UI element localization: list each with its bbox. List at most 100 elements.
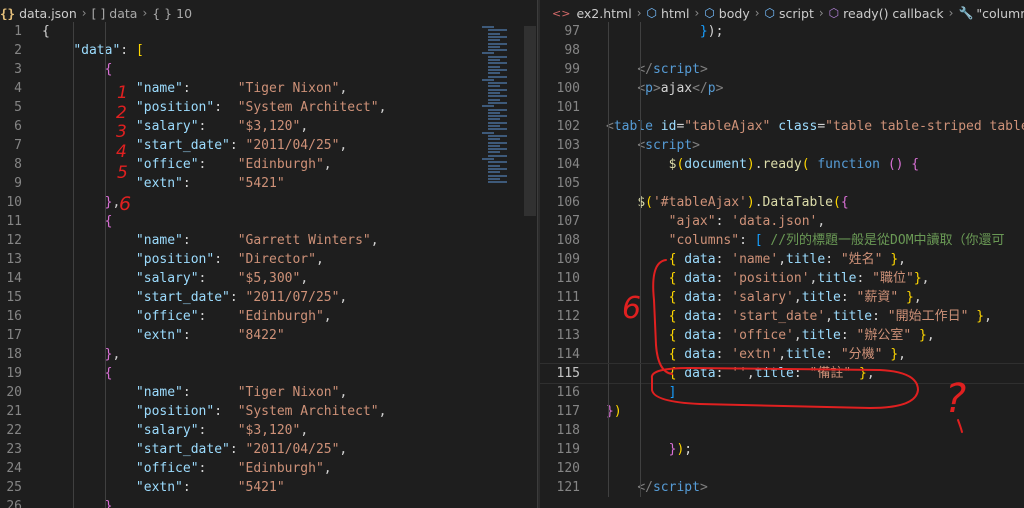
code-line[interactable]: 106 $('#tableAjax').DataTable({ xyxy=(540,193,1024,212)
code-text[interactable]: "start_date": "2011/04/25", xyxy=(42,440,347,459)
code-line[interactable]: 14 "salary": "$5,300", xyxy=(0,269,537,288)
code-text[interactable]: "name": "Tiger Nixon", xyxy=(42,383,347,402)
code-text[interactable]: "data": [ xyxy=(42,41,143,60)
code-line[interactable]: 16 "office": "Edinburgh", xyxy=(0,307,537,326)
code-text[interactable]: "name": "Garrett Winters", xyxy=(42,231,379,250)
code-text[interactable]: { data: 'office',title: "辦公室" }, xyxy=(606,326,935,345)
code-line[interactable]: 5 "position": "System Architect", xyxy=(0,98,537,117)
code-line[interactable]: 15 "start_date": "2011/07/25", xyxy=(0,288,537,307)
code-line[interactable]: 11 { xyxy=(0,212,537,231)
code-line[interactable]: 22 "salary": "$3,120", xyxy=(0,421,537,440)
code-text[interactable]: "salary": "$3,120", xyxy=(42,421,308,440)
code-text[interactable]: { data: 'position',title: "職位"}, xyxy=(606,269,930,288)
code-line[interactable]: 107 "ajax": 'data.json', xyxy=(540,212,1024,231)
code-text[interactable]: "extn": "5421" xyxy=(42,478,285,497)
code-line[interactable]: 108 "columns": [ //列的標題一般是從DOM中讀取（你還可 xyxy=(540,231,1024,250)
code-line[interactable]: 104 $(document).ready( function () { xyxy=(540,155,1024,174)
html-editor-pane[interactable]: <> ex2.html › ⬡ html › ⬡ body › ⬡ script… xyxy=(540,0,1024,508)
code-text[interactable]: "salary": "$5,300", xyxy=(42,269,308,288)
code-text[interactable]: { data: 'salary',title: "薪資" }, xyxy=(606,288,922,307)
breadcrumb-item[interactable]: body xyxy=(719,6,750,21)
code-line[interactable]: 20 "name": "Tiger Nixon", xyxy=(0,383,537,402)
code-text[interactable]: "position": "Director", xyxy=(42,250,324,269)
code-line[interactable]: 7 "start_date": "2011/04/25", xyxy=(0,136,537,155)
code-text[interactable]: <p>ajax</p> xyxy=(606,79,723,98)
code-text[interactable]: "position": "System Architect", xyxy=(42,98,386,117)
code-text[interactable]: { xyxy=(42,22,50,41)
minimap[interactable] xyxy=(478,26,518,196)
code-line[interactable]: 110 { data: 'position',title: "職位"}, xyxy=(540,269,1024,288)
breadcrumb-item[interactable]: ready() callback xyxy=(843,6,943,21)
breadcrumb-file[interactable]: data.json xyxy=(19,6,77,21)
code-line[interactable]: 109 { data: 'name',title: "姓名" }, xyxy=(540,250,1024,269)
code-line[interactable]: 121 </script> xyxy=(540,478,1024,497)
code-text[interactable]: "extn": "5421" xyxy=(42,174,285,193)
code-text[interactable]: $(document).ready( function () { xyxy=(606,155,920,174)
code-line[interactable]: 18 }, xyxy=(0,345,537,364)
code-line[interactable]: 117}) xyxy=(540,402,1024,421)
code-line[interactable]: 24 "office": "Edinburgh", xyxy=(0,459,537,478)
code-line[interactable]: 9 "extn": "5421" xyxy=(0,174,537,193)
code-line[interactable]: 4 "name": "Tiger Nixon", xyxy=(0,79,537,98)
code-text[interactable]: }, xyxy=(42,193,121,212)
code-text[interactable]: "office": "Edinburgh", xyxy=(42,459,332,478)
code-text[interactable]: } xyxy=(42,497,113,508)
code-text[interactable]: "position": "System Architect", xyxy=(42,402,386,421)
code-line[interactable]: 115 { data: '',title: "備註" }, xyxy=(540,363,1024,384)
code-line[interactable]: 102 <table id="tableAjax" class="table ta… xyxy=(540,117,1024,136)
code-line[interactable]: 3 { xyxy=(0,60,537,79)
code-line[interactable]: 6 "salary": "$3,120", xyxy=(0,117,537,136)
code-line[interactable]: 111 { data: 'salary',title: "薪資" }, xyxy=(540,288,1024,307)
breadcrumb-item[interactable]: html xyxy=(661,6,689,21)
code-line[interactable]: 12 "name": "Garrett Winters", xyxy=(0,231,537,250)
code-line[interactable]: 120 xyxy=(540,459,1024,478)
code-line[interactable]: 114 { data: 'extn',title: "分機" }, xyxy=(540,345,1024,364)
code-text[interactable]: ] xyxy=(606,383,677,402)
code-text[interactable]: $('#tableAjax').DataTable({ xyxy=(606,193,848,212)
code-text[interactable]: "start_date": "2011/07/25", xyxy=(42,288,347,307)
code-text[interactable]: "ajax": 'data.json', xyxy=(606,212,826,231)
html-code-area[interactable]: 97 }); 98 99 </script> 100 <p>ajax</p> 101 10… xyxy=(540,22,1024,497)
code-text[interactable]: </script> xyxy=(606,478,707,497)
code-text[interactable]: <script> xyxy=(606,136,700,155)
breadcrumb-item[interactable]: "column xyxy=(976,6,1024,21)
code-text[interactable]: }, xyxy=(42,345,121,364)
code-line[interactable]: 101 xyxy=(540,98,1024,117)
code-line[interactable]: 2 "data": [ xyxy=(0,41,537,60)
code-line[interactable]: 98 xyxy=(540,41,1024,60)
scrollbar-thumb[interactable] xyxy=(524,26,536,216)
code-line[interactable]: 1{ xyxy=(0,22,537,41)
code-text[interactable]: "columns": [ //列的標題一般是從DOM中讀取（你還可 xyxy=(606,231,1005,250)
code-line[interactable]: 100 <p>ajax</p> xyxy=(540,79,1024,98)
json-code-area[interactable]: 1{2 "data": [3 {4 "name": "Tiger Nixon",… xyxy=(0,22,537,508)
code-line[interactable]: 99 </script> xyxy=(540,60,1024,79)
code-line[interactable]: 26 } xyxy=(0,497,537,508)
code-text[interactable]: "start_date": "2011/04/25", xyxy=(42,136,347,155)
code-line[interactable]: 119 }); xyxy=(540,440,1024,459)
code-text[interactable]: { data: '',title: "備註" }, xyxy=(606,364,875,383)
code-text[interactable]: "office": "Edinburgh", xyxy=(42,307,332,326)
breadcrumb-item[interactable]: script xyxy=(779,6,814,21)
code-line[interactable]: 10 }, xyxy=(0,193,537,212)
code-line[interactable]: 21 "position": "System Architect", xyxy=(0,402,537,421)
json-editor-pane[interactable]: {} data.json › [ ] data › { } 10 1{2 "da… xyxy=(0,0,537,508)
code-line[interactable]: 8 "office": "Edinburgh", xyxy=(0,155,537,174)
code-line[interactable]: 118 xyxy=(540,421,1024,440)
code-text[interactable]: { xyxy=(42,364,113,383)
code-line[interactable]: 103 <script> xyxy=(540,136,1024,155)
code-text[interactable]: "salary": "$3,120", xyxy=(42,117,308,136)
breadcrumb-file[interactable]: ex2.html xyxy=(576,6,631,21)
code-text[interactable]: { xyxy=(42,60,113,79)
code-text[interactable]: </script> xyxy=(606,60,707,79)
code-text[interactable]: { data: 'extn',title: "分機" }, xyxy=(606,345,906,364)
code-line[interactable]: 97 }); xyxy=(540,22,1024,41)
code-text[interactable]: "name": "Tiger Nixon", xyxy=(42,79,347,98)
code-text[interactable]: }); xyxy=(606,440,692,459)
code-text[interactable]: { data: 'name',title: "姓名" }, xyxy=(606,250,906,269)
code-line[interactable]: 105 xyxy=(540,174,1024,193)
code-line[interactable]: 19 { xyxy=(0,364,537,383)
code-line[interactable]: 23 "start_date": "2011/04/25", xyxy=(0,440,537,459)
code-line[interactable]: 25 "extn": "5421" xyxy=(0,478,537,497)
code-line[interactable]: 113 { data: 'office',title: "辦公室" }, xyxy=(540,326,1024,345)
code-line[interactable]: 13 "position": "Director", xyxy=(0,250,537,269)
